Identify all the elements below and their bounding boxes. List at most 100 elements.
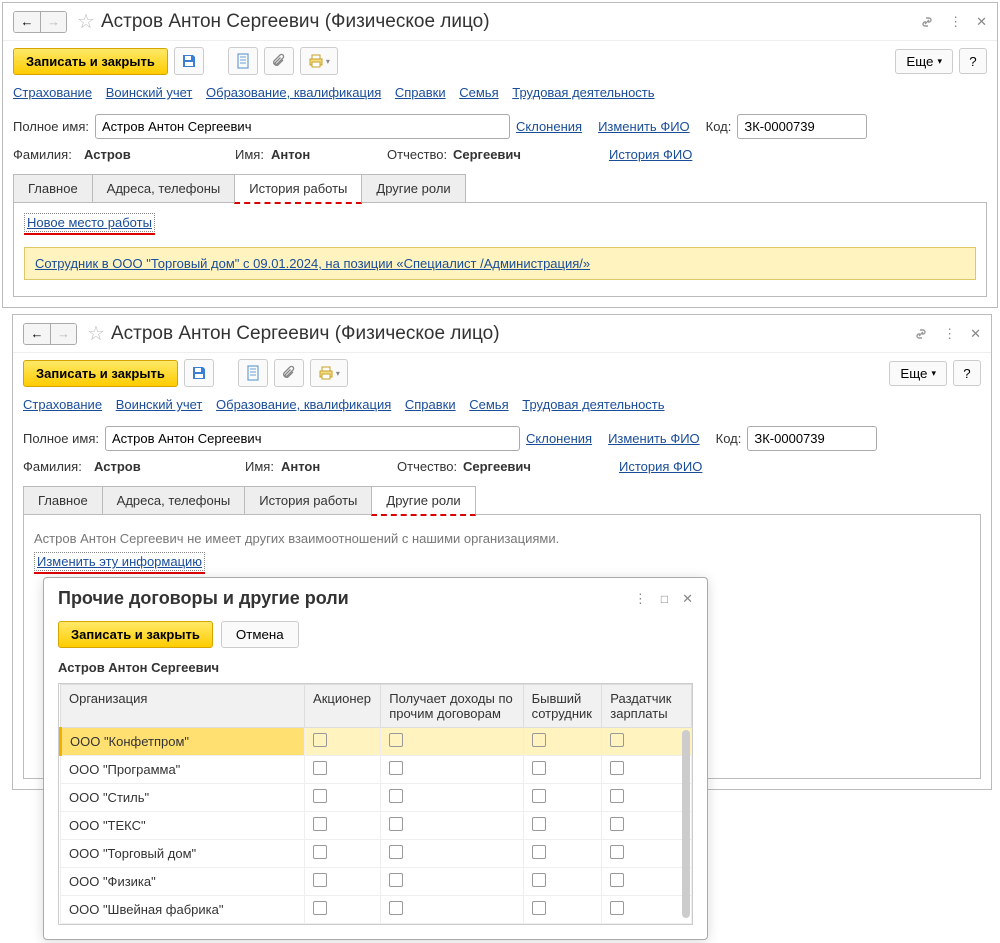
checkbox[interactable]: [389, 845, 403, 859]
edit-fio-link[interactable]: Изменить ФИО: [608, 431, 700, 446]
org-cell[interactable]: ООО "ТЕКС": [61, 812, 305, 840]
link-work[interactable]: Трудовая деятельность: [522, 397, 664, 412]
maximize-icon[interactable]: □: [661, 592, 668, 606]
change-info-link[interactable]: Изменить эту информацию: [34, 552, 205, 571]
org-cell[interactable]: ООО "Физика": [61, 868, 305, 896]
checkbox[interactable]: [532, 845, 546, 859]
tab-main[interactable]: Главное: [13, 174, 93, 202]
link-insurance[interactable]: Страхование: [13, 85, 92, 100]
org-cell[interactable]: ООО "Программа": [61, 756, 305, 784]
declension-link[interactable]: Склонения: [516, 119, 582, 134]
link-military[interactable]: Воинский учет: [116, 397, 203, 412]
link-family[interactable]: Семья: [459, 85, 498, 100]
table-row[interactable]: ООО "Торговый дом": [61, 840, 692, 868]
checkbox[interactable]: [313, 789, 327, 803]
document-button[interactable]: [228, 47, 258, 75]
attach-button[interactable]: [264, 47, 294, 75]
col-former[interactable]: Бывший сотрудник: [523, 685, 602, 728]
link-icon[interactable]: [919, 14, 935, 30]
checkbox[interactable]: [532, 789, 546, 803]
save-close-button[interactable]: Записать и закрыть: [23, 360, 178, 387]
link-family[interactable]: Семья: [469, 397, 508, 412]
code-input[interactable]: [737, 114, 867, 139]
checkbox[interactable]: [532, 901, 546, 915]
org-cell[interactable]: ООО "Стиль": [61, 784, 305, 812]
link-certs[interactable]: Справки: [405, 397, 456, 412]
close-icon[interactable]: ✕: [682, 591, 693, 607]
fullname-input[interactable]: [95, 114, 510, 139]
close-icon[interactable]: ✕: [970, 326, 981, 342]
checkbox[interactable]: [610, 789, 624, 803]
kebab-menu-icon[interactable]: ⋮: [943, 326, 956, 342]
attach-button[interactable]: [274, 359, 304, 387]
tab-addresses[interactable]: Адреса, телефоны: [102, 486, 246, 514]
nav-forward-button[interactable]: →: [50, 324, 76, 344]
close-icon[interactable]: ✕: [976, 14, 987, 30]
new-workplace-link[interactable]: Новое место работы: [24, 213, 155, 232]
scrollbar[interactable]: [682, 730, 690, 918]
print-button[interactable]: ▾: [300, 47, 338, 75]
checkbox[interactable]: [610, 845, 624, 859]
help-button[interactable]: ?: [953, 360, 981, 386]
table-row[interactable]: ООО "Программа": [61, 756, 692, 784]
more-button[interactable]: Еще▾: [889, 361, 947, 386]
nav-back-button[interactable]: ←: [14, 12, 40, 32]
table-row[interactable]: ООО "Швейная фабрика": [61, 896, 692, 924]
link-education[interactable]: Образование, квалификация: [216, 397, 391, 412]
favorite-star-icon[interactable]: ☆: [77, 9, 95, 34]
link-education[interactable]: Образование, квалификация: [206, 85, 381, 100]
org-cell[interactable]: ООО "Конфетпром": [61, 728, 305, 756]
help-button[interactable]: ?: [959, 48, 987, 74]
kebab-menu-icon[interactable]: ⋮: [949, 14, 962, 30]
checkbox[interactable]: [313, 873, 327, 887]
col-org[interactable]: Организация: [61, 685, 305, 728]
col-income[interactable]: Получает доходы по прочим договорам: [381, 685, 523, 728]
fio-history-link[interactable]: История ФИО: [619, 459, 702, 474]
checkbox[interactable]: [389, 733, 403, 747]
checkbox[interactable]: [532, 817, 546, 831]
link-military[interactable]: Воинский учет: [106, 85, 193, 100]
table-row[interactable]: ООО "Конфетпром": [61, 728, 692, 756]
checkbox[interactable]: [313, 845, 327, 859]
employee-info-link[interactable]: Сотрудник в ООО "Торговый дом" с 09.01.2…: [35, 256, 590, 271]
link-certs[interactable]: Справки: [395, 85, 446, 100]
checkbox[interactable]: [313, 817, 327, 831]
more-button[interactable]: Еще▾: [895, 49, 953, 74]
nav-forward-button[interactable]: →: [40, 12, 66, 32]
table-row[interactable]: ООО "Физика": [61, 868, 692, 896]
fullname-input[interactable]: [105, 426, 520, 451]
table-row[interactable]: ООО "ТЕКС": [61, 812, 692, 840]
checkbox[interactable]: [389, 789, 403, 803]
tab-history[interactable]: История работы: [244, 486, 372, 514]
checkbox[interactable]: [610, 733, 624, 747]
checkbox[interactable]: [532, 873, 546, 887]
print-button[interactable]: ▾: [310, 359, 348, 387]
favorite-star-icon[interactable]: ☆: [87, 321, 105, 346]
checkbox[interactable]: [313, 761, 327, 775]
checkbox[interactable]: [389, 817, 403, 831]
col-payer[interactable]: Раздатчик зарплаты: [602, 685, 692, 728]
checkbox[interactable]: [610, 901, 624, 915]
checkbox[interactable]: [389, 901, 403, 915]
table-row[interactable]: ООО "Стиль": [61, 784, 692, 812]
edit-fio-link[interactable]: Изменить ФИО: [598, 119, 690, 134]
nav-back-button[interactable]: ←: [24, 324, 50, 344]
col-shareholder[interactable]: Акционер: [305, 685, 381, 728]
save-button[interactable]: [174, 47, 204, 75]
save-button[interactable]: [184, 359, 214, 387]
org-cell[interactable]: ООО "Швейная фабрика": [61, 896, 305, 924]
checkbox[interactable]: [610, 761, 624, 775]
kebab-menu-icon[interactable]: ⋮: [634, 591, 647, 607]
dialog-save-close-button[interactable]: Записать и закрыть: [58, 621, 213, 648]
dialog-cancel-button[interactable]: Отмена: [221, 621, 299, 648]
checkbox[interactable]: [389, 761, 403, 775]
checkbox[interactable]: [313, 733, 327, 747]
declension-link[interactable]: Склонения: [526, 431, 592, 446]
checkbox[interactable]: [313, 901, 327, 915]
link-work[interactable]: Трудовая деятельность: [512, 85, 654, 100]
checkbox[interactable]: [610, 873, 624, 887]
code-input[interactable]: [747, 426, 877, 451]
org-cell[interactable]: ООО "Торговый дом": [61, 840, 305, 868]
tab-addresses[interactable]: Адреса, телефоны: [92, 174, 236, 202]
checkbox[interactable]: [532, 761, 546, 775]
